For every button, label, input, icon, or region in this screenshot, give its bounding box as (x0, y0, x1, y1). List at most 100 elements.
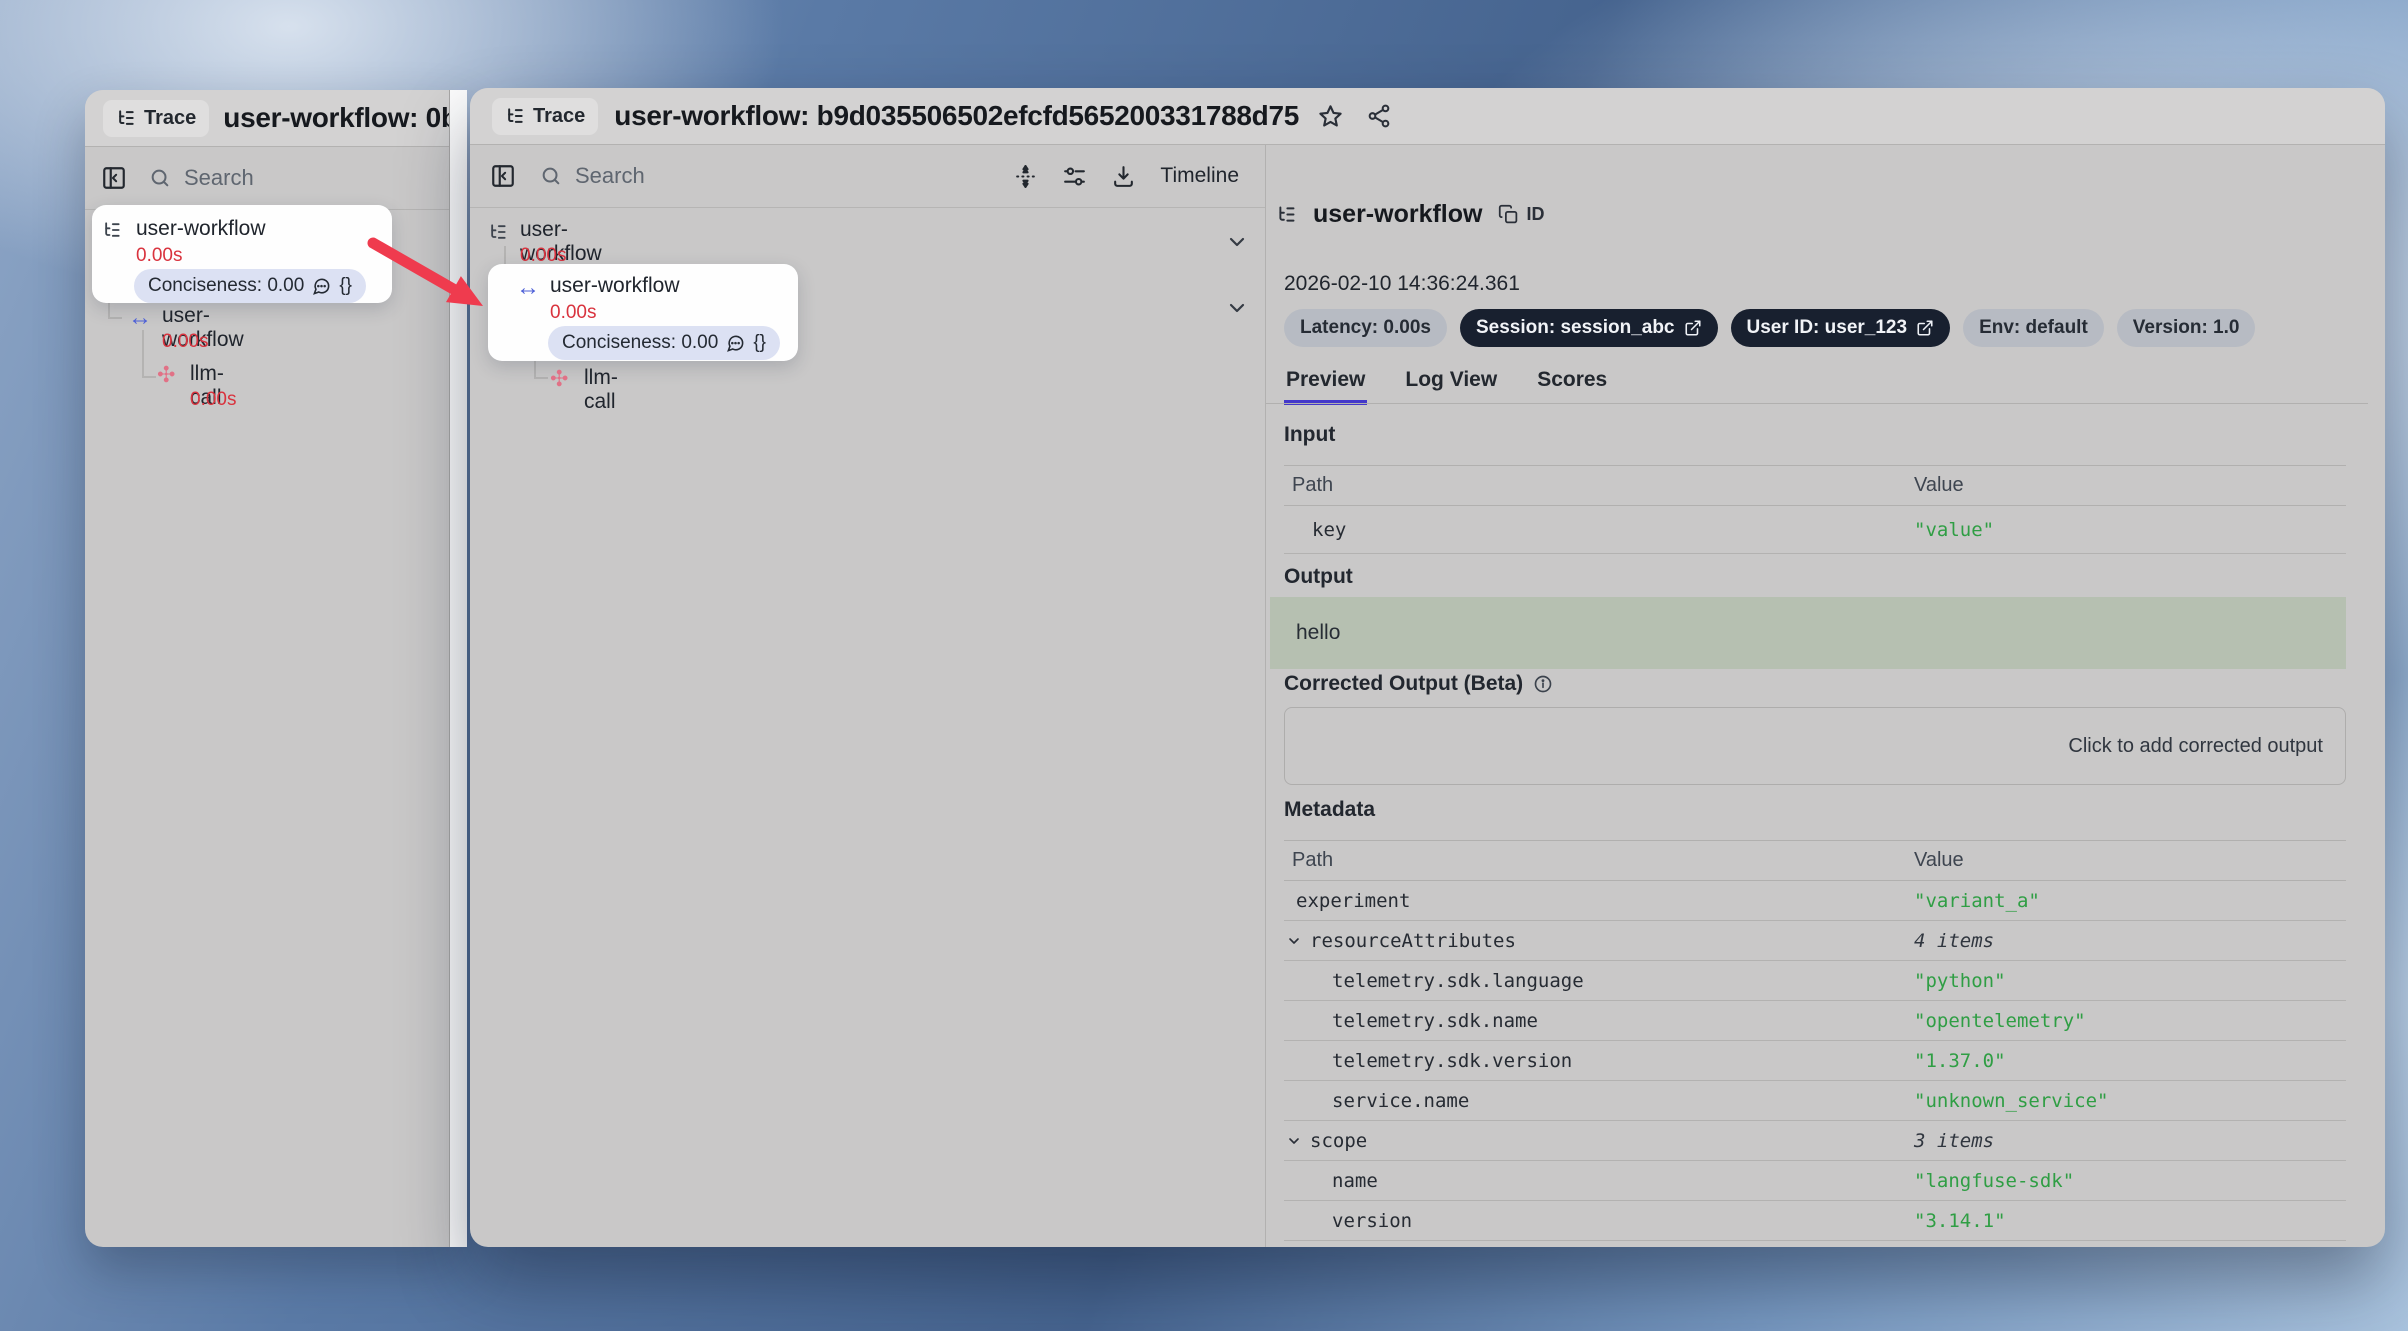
meta-badge[interactable]: Session: session_abc (1460, 309, 1718, 347)
table-row[interactable]: key "value" (1284, 506, 2346, 554)
corrected-output-heading-row: Corrected Output (Beta) (1284, 672, 1553, 696)
score-badge[interactable]: Conciseness: 0.00 {} (134, 269, 366, 303)
span-duration: 0.00s (136, 245, 182, 267)
front-window-header: Trace user-workflow: b9d035506502efcfd56… (470, 88, 2385, 145)
output-value-band[interactable]: hello (1270, 597, 2346, 669)
copy-id-button[interactable]: ID (1498, 204, 1544, 225)
span-label[interactable]: user-workflow (136, 217, 266, 241)
table-row[interactable]: experiment "variant_a" (1284, 881, 2346, 921)
badge-row: Latency: 0.00s Session: session_abc User… (1284, 309, 2255, 347)
table-header: Path Value (1284, 465, 2346, 506)
badge-label: Version: 1.0 (2133, 317, 2240, 339)
corrected-output-heading: Corrected Output (Beta) (1284, 672, 1523, 696)
tab[interactable]: Log View (1403, 358, 1499, 404)
download-icon[interactable] (1111, 164, 1136, 189)
search-input[interactable]: Search (540, 163, 989, 189)
share-icon[interactable] (1366, 103, 1392, 129)
external-link-icon (1916, 319, 1934, 337)
search-placeholder: Search (575, 163, 645, 189)
row-value: "1.37.0" (1914, 1050, 2346, 1072)
copy-icon (1498, 204, 1519, 225)
table-row[interactable]: scope 3 items (1284, 1121, 2346, 1161)
chevron-down-icon[interactable] (1286, 933, 1302, 949)
trace-type-pill: Trace (103, 100, 209, 137)
timeline-toggle[interactable]: Timeline (1160, 164, 1239, 188)
score-badge[interactable]: Conciseness: 0.00 {} (548, 326, 780, 360)
input-table: Path Value key "value" (1284, 465, 2346, 554)
table-row[interactable]: telemetry.sdk.version "1.37.0" (1284, 1041, 2346, 1081)
row-value: "unknown_service" (1914, 1090, 2346, 1112)
table-row[interactable]: version "3.14.1" (1284, 1201, 2346, 1241)
external-link-icon (1684, 319, 1702, 337)
metadata-heading: Metadata (1284, 798, 1375, 822)
info-icon[interactable] (1533, 674, 1553, 694)
details-tabs: Preview Log View Scores (1284, 358, 1609, 404)
table-row[interactable]: telemetry.sdk.name "opentelemetry" (1284, 1001, 2346, 1041)
details-title-row: user-workflow ID (1276, 200, 1544, 229)
row-value: 4 items (1914, 930, 2346, 952)
trace-pill-label: Trace (144, 107, 196, 130)
front-trace-window: Trace user-workflow: b9d035506502efcfd56… (470, 88, 2385, 1247)
span-duration: 0.00s (550, 302, 596, 324)
row-value: "variant_a" (1914, 890, 2346, 912)
id-label: ID (1526, 204, 1544, 225)
chevron-down-icon[interactable] (1225, 296, 1249, 320)
search-icon (149, 167, 171, 189)
star-icon[interactable] (1317, 103, 1344, 130)
row-path: resourceAttributes (1310, 930, 1516, 952)
back-window-title: user-workflow: 0bde (223, 102, 467, 134)
badge-label: Latency: 0.00s (1300, 317, 1431, 339)
tab[interactable]: Scores (1535, 358, 1609, 404)
tree-connector (108, 317, 122, 319)
comment-icon (312, 277, 331, 296)
tab[interactable]: Preview (1284, 358, 1367, 404)
chevron-down-icon[interactable] (1225, 230, 1249, 254)
score-badge-text: Conciseness: 0.00 (148, 275, 304, 297)
col-value: Value (1914, 474, 2346, 497)
span-label[interactable]: llm-call (584, 366, 618, 414)
trace-details-panel: user-workflow ID 2026-02-10 14:36:24.361… (1265, 145, 2385, 1247)
span-duration: 0.00s (190, 389, 236, 411)
row-path: experiment (1296, 890, 1410, 912)
row-path: name (1332, 1170, 1378, 1192)
settings-sliders-icon[interactable] (1062, 164, 1087, 189)
corrected-output-box[interactable]: Click to add corrected output (1284, 707, 2346, 785)
table-header: Path Value (1284, 840, 2346, 881)
back-window-header: Trace user-workflow: 0bde (85, 90, 467, 147)
meta-badge[interactable]: Version: 1.0 (2117, 309, 2256, 347)
corrected-output-hint: Click to add corrected output (2068, 735, 2323, 758)
metadata-table: Path Value experiment "variant_a" (1284, 840, 2346, 1247)
span-label[interactable]: user-workflow (550, 274, 680, 298)
chevron-down-icon[interactable] (1286, 1133, 1302, 1149)
search-placeholder: Search (184, 165, 254, 191)
back-tree-toolbar: Search (85, 147, 467, 210)
search-icon (540, 165, 562, 187)
badge-label: Env: default (1979, 317, 2088, 339)
list-tree-icon (1276, 204, 1297, 225)
table-row[interactable]: attributes 1 items (1284, 1241, 2346, 1247)
front-tree-toolbar: Search Timeline (470, 145, 1265, 208)
fold-vertical-icon[interactable] (1013, 164, 1038, 189)
row-path: key (1312, 519, 1346, 541)
col-value: Value (1914, 849, 2346, 872)
table-row[interactable]: name "langfuse-sdk" (1284, 1161, 2346, 1201)
meta-badge[interactable]: User ID: user_123 (1731, 309, 1951, 347)
panel-collapse-icon[interactable] (101, 165, 127, 191)
tabs-divider (1266, 403, 2368, 404)
table-row[interactable]: service.name "unknown_service" (1284, 1081, 2346, 1121)
tree-connector (142, 376, 156, 378)
table-row[interactable]: resourceAttributes 4 items (1284, 921, 2346, 961)
trace-type-pill: Trace (492, 98, 598, 135)
score-badge-text: Conciseness: 0.00 (562, 332, 718, 354)
panel-collapse-icon[interactable] (490, 163, 516, 189)
json-braces: {} (753, 332, 766, 354)
meta-badge[interactable]: Latency: 0.00s (1284, 309, 1447, 347)
tree-connector (534, 377, 548, 379)
list-tree-icon (116, 108, 136, 128)
metadata-rows: experiment "variant_a" resourceAttribute… (1284, 881, 2346, 1247)
meta-badge[interactable]: Env: default (1963, 309, 2104, 347)
front-window-title: user-workflow: b9d035506502efcfd56520033… (614, 100, 1299, 132)
generation-icon: ✣ (157, 364, 175, 386)
table-row[interactable]: telemetry.sdk.language "python" (1284, 961, 2346, 1001)
search-input[interactable]: Search (149, 165, 254, 191)
